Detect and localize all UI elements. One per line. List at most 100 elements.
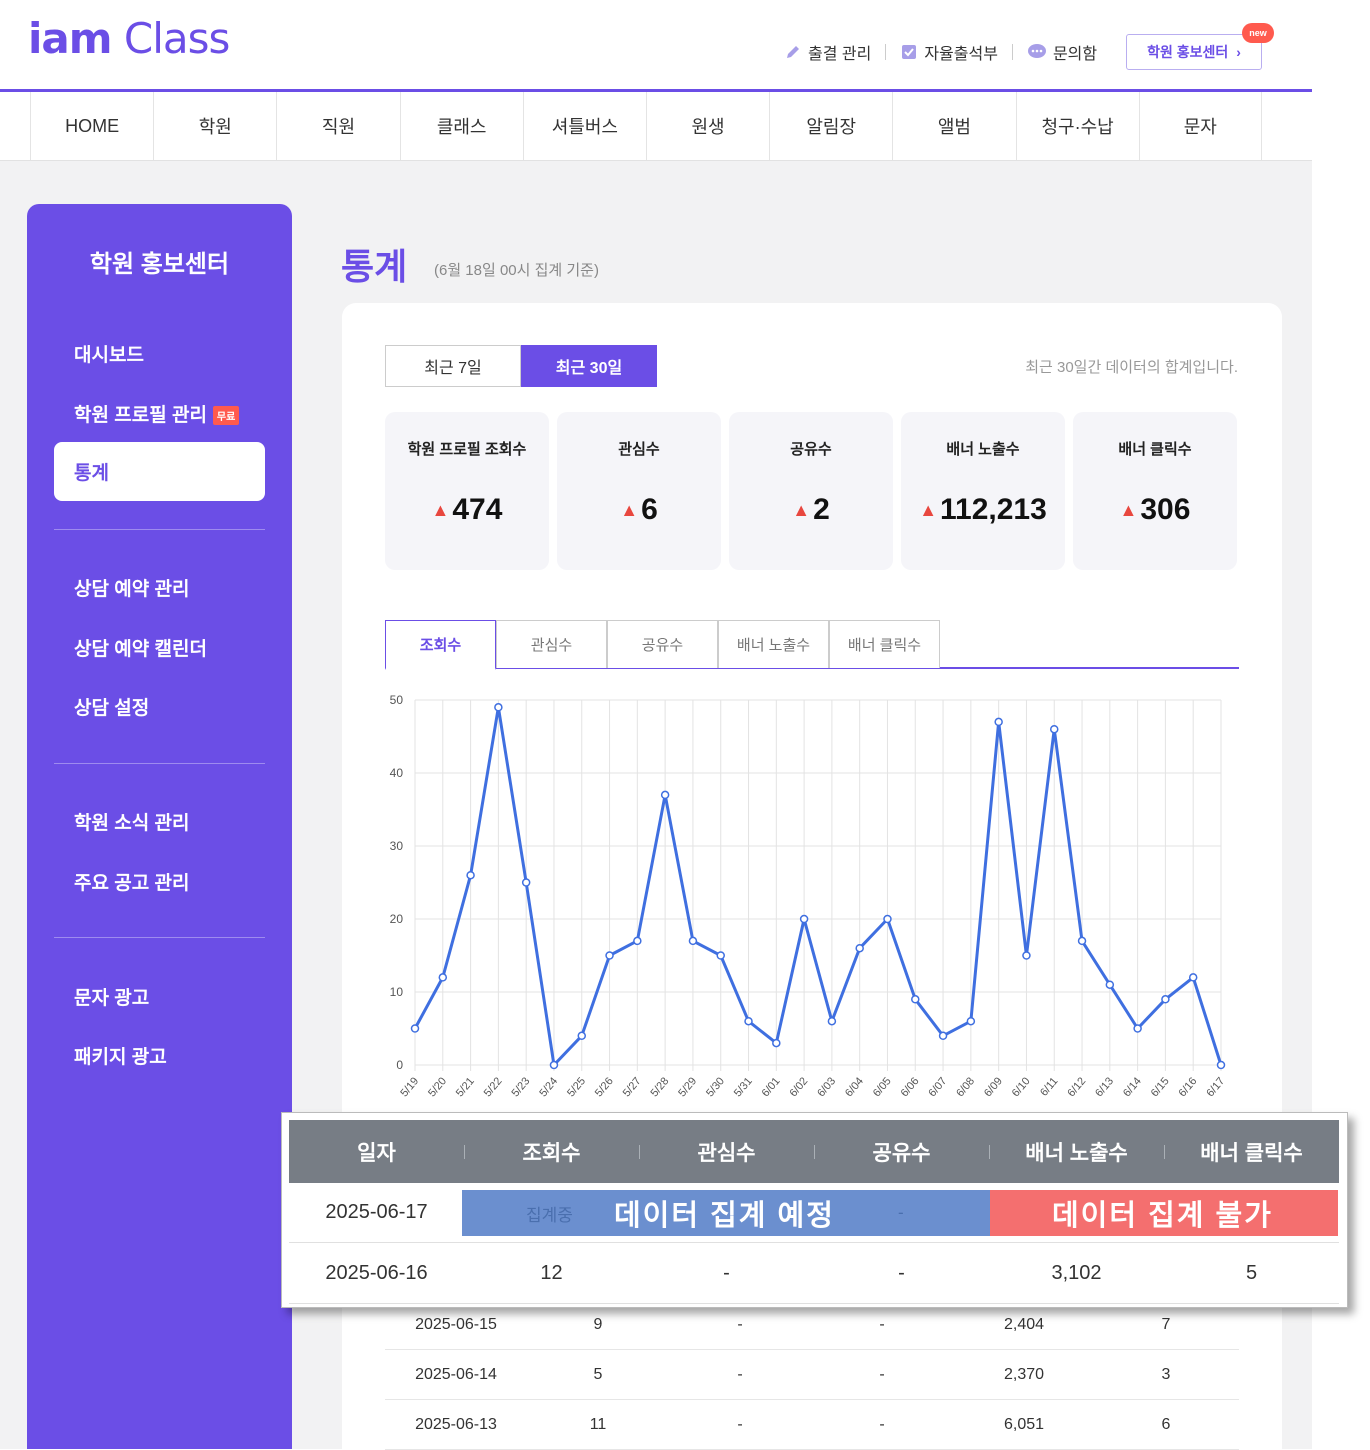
page-subtitle: (6월 18일 00시 집계 기준) — [434, 262, 599, 279]
nav-academy[interactable]: 학원 — [153, 92, 276, 160]
sidebar: 학원 홍보센터 대시보드 학원 프로필 관리 무료 통계 상담 예약 관리 상담 … — [27, 204, 292, 1449]
x-tick-label: 6/05 — [871, 1075, 894, 1099]
inquiry-link[interactable]: 문의함 — [1027, 40, 1097, 64]
self-attendance-link[interactable]: 자율출석부 — [900, 40, 998, 64]
x-tick-label: 5/30 — [704, 1075, 727, 1099]
new-badge: new — [1242, 23, 1274, 43]
sidebar-divider — [54, 937, 265, 938]
sidebar-item-sms-ads[interactable]: 문자 광고 — [74, 983, 149, 1010]
nav-class[interactable]: 클래스 — [399, 92, 523, 160]
data-point — [1188, 973, 1198, 982]
nav-shuttle[interactable]: 셔틀버스 — [522, 92, 646, 160]
y-tick-label: 0 — [396, 1058, 403, 1072]
chat-bubble-icon — [1027, 43, 1047, 61]
data-point — [744, 1016, 753, 1026]
stat-cards: 학원 프로필 조회수 ▲ 474 관심수 ▲ 6 공유수 ▲ 2 배너 노출수 ▲ 11… — [385, 412, 1237, 570]
x-tick-label: 6/15 — [1149, 1075, 1172, 1099]
attendance-link[interactable]: 출결 관리 — [784, 40, 871, 64]
up-arrow-icon: ▲ — [792, 499, 811, 520]
x-tick-label: 6/11 — [1038, 1075, 1060, 1098]
table-header: 일자 조회수 관심수 공유수 배너 노출수 배너 클릭수 — [289, 1120, 1339, 1183]
x-tick-label: 6/09 — [982, 1075, 1005, 1099]
sidebar-title: 학원 홍보센터 — [89, 251, 230, 278]
period-7-days-button[interactable]: 최근 7일 — [385, 345, 521, 387]
nav-home[interactable]: HOME — [30, 92, 153, 160]
data-point — [438, 973, 448, 982]
tab-views[interactable]: 조회수 — [385, 620, 496, 670]
data-point — [994, 717, 1003, 727]
x-tick-label: 6/04 — [843, 1075, 866, 1099]
iamclass-logo[interactable]: iam Class — [28, 14, 230, 63]
data-point — [1049, 724, 1059, 734]
tab-banner-impressions[interactable]: 배너 노출수 — [718, 620, 829, 668]
chevron-right-icon: › — [1236, 44, 1241, 60]
x-tick-label: 6/17 — [1204, 1075, 1227, 1099]
x-tick-label: 6/01 — [760, 1075, 783, 1099]
x-tick-label: 6/12 — [1065, 1075, 1088, 1099]
y-tick-label: 10 — [390, 985, 404, 999]
checkbox-icon — [900, 43, 918, 61]
y-tick-label: 20 — [390, 912, 404, 926]
data-point — [633, 936, 642, 946]
sidebar-item-package-ads[interactable]: 패키지 광고 — [74, 1042, 167, 1069]
chart-tabs: 조회수 관심수 공유수 배너 노출수 배너 클릭수 — [385, 620, 1239, 670]
period-30-days-button[interactable]: 최근 30일 — [521, 345, 657, 387]
sidebar-divider — [54, 529, 265, 530]
sidebar-item-consult-settings[interactable]: 상담 설정 — [74, 693, 149, 720]
data-point — [577, 1031, 587, 1041]
x-tick-label: 5/29 — [676, 1075, 699, 1099]
x-tick-label: 5/27 — [621, 1075, 644, 1099]
x-tick-label: 5/20 — [426, 1075, 449, 1099]
utility-menu: 출결 관리 자율출석부 문의함 — [784, 34, 1097, 70]
tab-banner-clicks[interactable]: 배너 클릭수 — [829, 620, 940, 668]
views-line-chart: 010203040505/19 5/20 5/21 5/22 5/23 5/24 5/25 5… — [390, 693, 1228, 1099]
main-nav: HOME 학원 직원 클래스 셔틀버스 원생 알림장 앨범 청구·수납 문자 — [0, 92, 1312, 161]
sidebar-item-consult-manage[interactable]: 상담 예약 관리 — [74, 574, 189, 601]
up-arrow-icon: ▲ — [620, 499, 639, 520]
nav-sms[interactable]: 문자 — [1138, 92, 1262, 160]
data-point — [827, 1016, 837, 1026]
x-tick-label: 6/07 — [926, 1075, 949, 1099]
nav-students[interactable]: 원생 — [645, 92, 769, 160]
tab-shares[interactable]: 공유수 — [607, 620, 718, 668]
data-point — [1077, 936, 1087, 946]
up-arrow-icon: ▲ — [431, 499, 450, 520]
table-row: 2025-06-16 12 - - 3,102 5 — [289, 1244, 1339, 1304]
sidebar-item-announcements[interactable]: 주요 공고 관리 — [74, 868, 189, 895]
page-title: 통계 — [341, 246, 408, 287]
data-point — [855, 943, 864, 953]
data-point — [1161, 995, 1170, 1004]
data-point — [466, 870, 475, 880]
x-tick-label: 5/26 — [593, 1075, 616, 1099]
period-toggle: 최근 7일 최근 30일 — [385, 345, 657, 387]
data-point — [1133, 1024, 1142, 1033]
sidebar-item-news[interactable]: 학원 소식 관리 — [74, 808, 189, 835]
divider — [1011, 44, 1013, 60]
data-point — [605, 951, 614, 960]
data-point — [772, 1038, 781, 1048]
sidebar-item-stats[interactable]: 통계 — [54, 442, 265, 501]
sidebar-item-profile[interactable]: 학원 프로필 관리 무료 — [74, 400, 240, 427]
sidebar-item-dashboard[interactable]: 대시보드 — [74, 340, 144, 367]
series-line — [413, 705, 1223, 1067]
period-note: 최근 30일간 데이터의 합계입니다. — [1025, 359, 1238, 376]
unavailable-label: 데이터 집계 불가 — [1052, 1200, 1273, 1232]
tab-interests[interactable]: 관심수 — [496, 620, 607, 668]
pencil-icon — [784, 43, 802, 61]
free-badge: 무료 — [212, 406, 240, 426]
sidebar-item-consult-calendar[interactable]: 상담 예약 캘린더 — [74, 634, 207, 661]
x-tick-label: 5/23 — [510, 1075, 533, 1099]
nav-notices[interactable]: 알림장 — [769, 92, 892, 160]
pending-band: 집계중 - 데이터 집계 예정 — [462, 1190, 990, 1236]
nav-album[interactable]: 앨범 — [892, 92, 1015, 160]
x-tick-label: 6/14 — [1121, 1075, 1144, 1099]
x-tick-label: 5/19 — [398, 1075, 421, 1099]
data-point — [549, 1060, 559, 1070]
x-tick-label: 5/22 — [482, 1075, 505, 1099]
nav-staff[interactable]: 직원 — [276, 92, 399, 160]
stat-profile-views: 학원 프로필 조회수 ▲ 474 — [385, 412, 549, 570]
promo-center-button[interactable]: 학원 홍보센터 › — [1126, 34, 1262, 70]
data-point — [911, 995, 920, 1004]
nav-billing[interactable]: 청구·수납 — [1015, 92, 1139, 160]
data-point — [1105, 980, 1115, 989]
